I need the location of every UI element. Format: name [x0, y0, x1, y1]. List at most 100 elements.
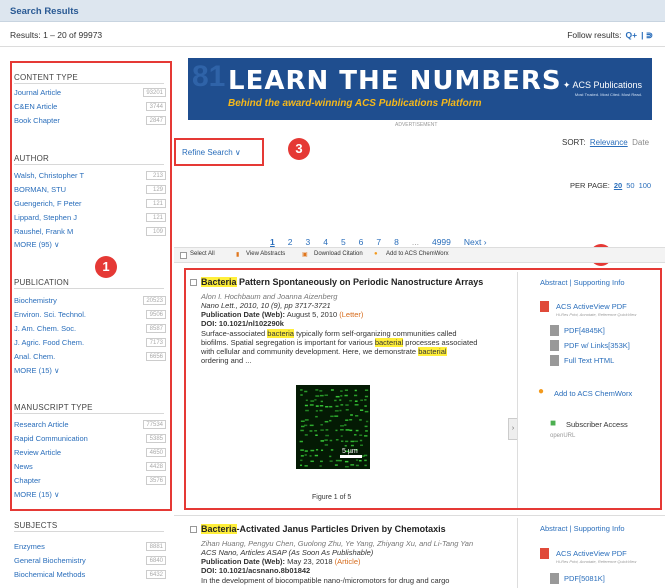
facet-item-label[interactable]: Lippard, Stephen J — [14, 213, 77, 222]
facet-item[interactable]: Raushel, Frank M 109 — [14, 227, 166, 237]
facet-item-label[interactable]: Environ. Sci. Technol. — [14, 310, 86, 319]
refine-search-box[interactable]: Refine Search ∨ — [174, 138, 264, 166]
facet-item[interactable]: Anal. Chem. 6656 — [14, 352, 166, 362]
pdf-link[interactable]: PDF[5081K] — [564, 574, 605, 583]
facet-item[interactable]: Chapter 3576 — [14, 476, 166, 486]
pdf-with-links-link[interactable]: PDF w/ Links[353K] — [564, 341, 630, 350]
facet-item[interactable]: Research Article 77534 — [14, 420, 166, 430]
activeview-pdf-link[interactable]: ACS ActiveView PDF — [556, 549, 627, 558]
facet-item-label[interactable]: Journal Article — [14, 88, 61, 97]
facet-item-label[interactable]: General Biochemistry — [14, 556, 86, 565]
page-link[interactable]: 3 — [305, 237, 310, 247]
pdf-icon — [540, 301, 549, 312]
facet-item[interactable]: Lippard, Stephen J 121 — [14, 213, 166, 223]
facet-item-label[interactable]: Guengerich, F Peter — [14, 199, 82, 208]
next-page-link[interactable]: Next › — [464, 237, 487, 247]
page-link[interactable]: ... — [412, 237, 419, 247]
facet-item[interactable]: Biochemistry 20523 — [14, 296, 166, 306]
facet-item[interactable]: Walsh, Christopher T 213 — [14, 171, 166, 181]
facet-item-label[interactable]: BORMAN, STU — [14, 185, 66, 194]
openurl-link[interactable]: openURL — [550, 433, 575, 439]
pdf-icon — [550, 573, 559, 584]
download-citation-button[interactable]: Download Citation — [314, 251, 363, 257]
abstract-highlight: bacterial — [374, 338, 404, 347]
activeview-pdf-link[interactable]: ACS ActiveView PDF — [556, 302, 627, 311]
abstract-text: ordering and ... — [201, 356, 252, 365]
sort-date[interactable]: Date — [632, 138, 649, 147]
facet-item-label[interactable]: J. Am. Chem. Soc. — [14, 324, 76, 333]
facet-heading: MANUSCRIPT TYPE — [14, 403, 93, 412]
facet-item[interactable]: Book Chapter 2847 — [14, 116, 166, 126]
title-text: -Activated Janus Particles Driven by Che… — [236, 524, 446, 534]
facet-item[interactable]: C&EN Article 3744 — [14, 102, 166, 112]
facet-item[interactable]: Enzymes 8881 — [14, 542, 166, 552]
per-page-100[interactable]: 100 — [639, 181, 652, 190]
facet-item[interactable]: Journal Article 93201 — [14, 88, 166, 98]
facet-item-label[interactable]: Rapid Communication — [14, 434, 88, 443]
facet-item[interactable]: BORMAN, STU 129 — [14, 185, 166, 195]
pub-type: (Letter) — [339, 310, 364, 319]
facet-item-label[interactable]: J. Agric. Food Chem. — [14, 338, 84, 347]
facet-item-label[interactable]: Biochemical Methods — [14, 570, 85, 579]
pdf-link[interactable]: PDF[4845K] — [564, 326, 605, 335]
subscribe-plus-icon[interactable]: Q+ — [626, 30, 638, 40]
facet-item[interactable]: J. Agric. Food Chem. 7173 — [14, 338, 166, 348]
facet-item-count: 4650 — [146, 448, 166, 457]
facet-item-label[interactable]: Review Article — [14, 448, 61, 457]
page-link[interactable]: 7 — [376, 237, 381, 247]
facet-item-label[interactable]: Anal. Chem. — [14, 352, 55, 361]
facet-item-label[interactable]: Walsh, Christopher T — [14, 171, 84, 180]
page-link[interactable]: 1 — [270, 237, 275, 247]
facet-item[interactable]: News 4428 — [14, 462, 166, 472]
page-link[interactable]: 2 — [288, 237, 293, 247]
facet-item[interactable]: Rapid Communication 5385 — [14, 434, 166, 444]
result-doi[interactable]: DOI: 10.1021/acsnano.8b01842 — [201, 566, 310, 575]
result-checkbox[interactable] — [190, 526, 197, 533]
abstract-supporting-link[interactable]: Abstract | Supporting Info — [540, 278, 625, 287]
annotation-badge-3: 3 — [288, 138, 310, 160]
facet-item-label[interactable]: C&EN Article — [14, 102, 57, 111]
page-link[interactable]: 5 — [341, 237, 346, 247]
banner-subline: Behind the award-winning ACS Publication… — [228, 98, 482, 109]
result-doi[interactable]: DOI: 10.1021/nl102290k — [201, 319, 284, 328]
result-checkbox[interactable] — [190, 279, 197, 286]
refine-search-link[interactable]: Refine Search ∨ — [182, 148, 241, 157]
facet-item-label[interactable]: Book Chapter — [14, 116, 60, 125]
facet-item-label[interactable]: Biochemistry — [14, 296, 57, 305]
facet-item-label[interactable]: Chapter — [14, 476, 41, 485]
result-figure[interactable]: 5 µm — [296, 385, 370, 469]
facet-item[interactable]: Environ. Sci. Technol. 9506 — [14, 310, 166, 320]
select-all-label[interactable]: Select All — [190, 251, 215, 257]
facet-more-link[interactable]: MORE (95) ∨ — [14, 240, 60, 249]
facet-item[interactable]: J. Am. Chem. Soc. 8587 — [14, 324, 166, 334]
facet-item-label[interactable]: Enzymes — [14, 542, 45, 551]
facet-item[interactable]: Review Article 4650 — [14, 448, 166, 458]
full-text-html-link[interactable]: Full Text HTML — [564, 356, 614, 365]
page-link[interactable]: 4 — [323, 237, 328, 247]
facet-more-link[interactable]: MORE (15) ∨ — [14, 366, 60, 375]
facet-item[interactable]: Guengerich, F Peter 121 — [14, 199, 166, 209]
page-link[interactable]: 8 — [394, 237, 399, 247]
abstract-text: biofilms. Spatial segregation is importa… — [201, 338, 375, 347]
rss-icon[interactable]: | ⋑ — [641, 30, 653, 40]
sort-relevance[interactable]: Relevance — [590, 138, 628, 147]
facet-item-label[interactable]: News — [14, 462, 33, 471]
abstract-supporting-link[interactable]: Abstract | Supporting Info — [540, 524, 625, 533]
add-chemworx-button[interactable]: Add to ACS ChemWorx — [386, 251, 449, 257]
advertisement-banner[interactable]: 81 LEARN THE NUMBERS Behind the award-wi… — [188, 58, 652, 120]
result-title[interactable]: Bacteria-Activated Janus Particles Drive… — [201, 524, 446, 534]
per-page-20[interactable]: 20 — [614, 181, 622, 190]
facet-more-link[interactable]: MORE (15) ∨ — [14, 490, 60, 499]
result-title[interactable]: Bacteria Pattern Spontaneously on Period… — [201, 277, 483, 287]
add-chemworx-link[interactable]: Add to ACS ChemWorx — [554, 389, 632, 398]
facet-item-label[interactable]: Research Article — [14, 420, 69, 429]
per-page-50[interactable]: 50 — [626, 181, 634, 190]
facet-divider — [14, 288, 164, 289]
view-abstracts-button[interactable]: View Abstracts — [246, 251, 285, 257]
facet-item[interactable]: General Biochemistry 6840 — [14, 556, 166, 566]
facet-item-label[interactable]: Raushel, Frank M — [14, 227, 73, 236]
page-link[interactable]: 4999 — [432, 237, 451, 247]
page-link[interactable]: 6 — [359, 237, 364, 247]
select-all-checkbox[interactable] — [180, 252, 187, 259]
facet-item[interactable]: Biochemical Methods 6432 — [14, 570, 166, 580]
